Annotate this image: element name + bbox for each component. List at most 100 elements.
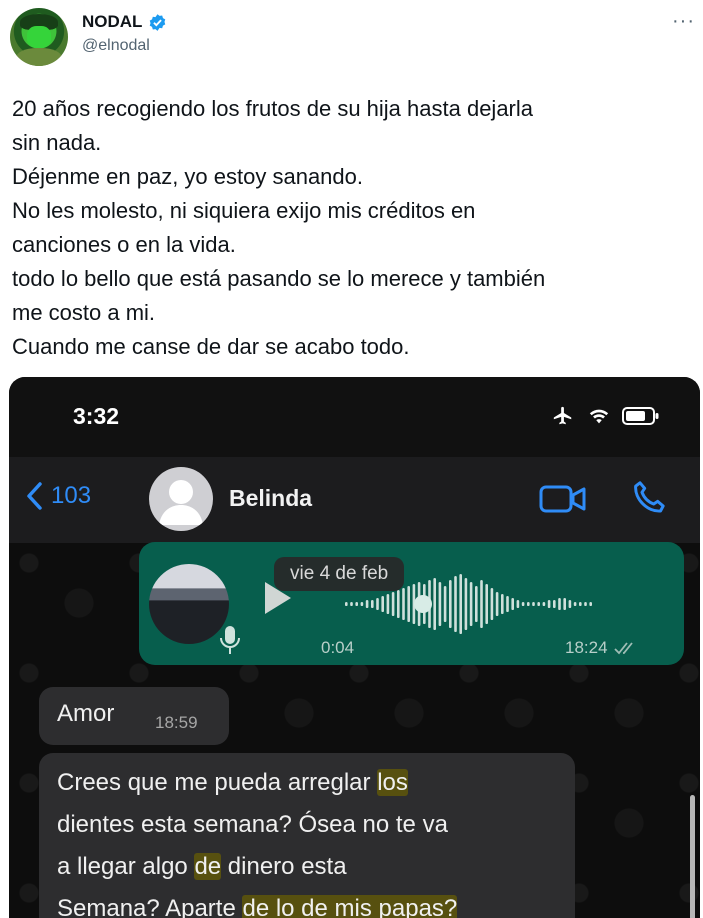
tweet-line: No les molesto, ni siquiera exijo mis cr… [12, 198, 476, 223]
tweet-line: 20 años recogiendo los frutos de su hija… [12, 96, 534, 121]
airplane-icon [553, 406, 572, 425]
waveform-bar [537, 602, 540, 606]
microphone-icon [220, 626, 240, 654]
waveform-bar [589, 602, 592, 606]
waveform-bar [469, 582, 473, 626]
contact-avatar[interactable] [149, 467, 213, 531]
waveform-bar [563, 598, 566, 610]
waveform-bar [475, 586, 478, 622]
message-fragment: Semana? Aparte [57, 895, 243, 918]
waveform-bar [386, 594, 390, 614]
waveform-bar [584, 602, 587, 606]
playback-scrubber[interactable] [414, 595, 432, 613]
waveform-bar [397, 590, 400, 618]
highlighted-fragment: los [377, 769, 408, 796]
date-separator: vie 4 de feb [274, 557, 405, 591]
avatar-face [27, 26, 51, 48]
waveform-bar [558, 598, 561, 610]
message-time: 18:59 [155, 713, 198, 732]
waveform-bar [391, 592, 395, 616]
tweet-text: 20 años recogiendo los frutos de su hija… [12, 92, 697, 364]
voice-note-duration: 0:04 [321, 638, 355, 657]
name-row: NODAL [82, 12, 167, 32]
message-bubble[interactable]: Amor 18:59 [39, 687, 229, 745]
contact-name[interactable]: Belinda [229, 485, 312, 512]
message-fragment: Crees que me pueda arreglar [57, 769, 378, 796]
waveform-bar [547, 600, 551, 608]
message-text: Amor [57, 700, 115, 727]
waveform-bar [376, 598, 379, 610]
waveform-bar [402, 588, 405, 620]
waveform-bar [459, 574, 462, 634]
highlighted-fragment: de lo de mis papas? [242, 895, 458, 918]
status-icons [550, 405, 660, 427]
waveform-bar [360, 602, 364, 606]
voice-note-bubble[interactable]: 0:04 18:24 [139, 542, 684, 665]
waveform-bar [511, 598, 514, 610]
wifi-icon [589, 409, 609, 424]
waveform-bar [443, 586, 447, 622]
message-fragment: a llegar algo [57, 853, 195, 880]
waveform-bar [501, 594, 504, 614]
status-bar: 3:32 [9, 377, 700, 457]
voice-note-timestamp: 18:24 [565, 638, 640, 658]
double-check-icon [613, 642, 633, 655]
verified-badge-icon [150, 13, 166, 31]
waveform-bar [345, 602, 348, 606]
waveform-bar [521, 602, 525, 606]
battery-icon [622, 407, 659, 425]
waveform-bar [568, 600, 572, 608]
waveform-bar [480, 580, 483, 628]
back-button[interactable]: 103 [25, 481, 91, 511]
waveform-bar [516, 600, 520, 608]
waveform-bar [350, 602, 353, 606]
waveform-bar [527, 602, 530, 606]
waveform-bar [371, 600, 374, 608]
message-bubble[interactable]: Crees que me pueda arreglar los dientes … [39, 753, 575, 918]
tweet-line: Déjenme en paz, yo estoy sanando. [12, 164, 364, 189]
waveform-bar [579, 602, 582, 606]
waveform-bar [449, 580, 452, 628]
waveform-bar [438, 582, 442, 626]
tweet-line: todo lo bello que está pasando se lo mer… [12, 266, 546, 291]
waveform-bar [355, 602, 358, 606]
more-horizontal-icon[interactable]: ··· [672, 10, 695, 33]
message-line: Crees que me pueda arreglar los [57, 769, 408, 797]
default-user-icon [159, 480, 203, 525]
waveform-bar [506, 596, 509, 612]
highlighted-fragment: de [194, 853, 222, 880]
voice-note-sender-photo [149, 564, 229, 644]
video-call-icon[interactable] [539, 481, 587, 517]
profile-avatar[interactable] [10, 8, 68, 66]
scrollbar[interactable] [690, 795, 695, 918]
avatar-body [16, 48, 62, 66]
message-line: Semana? Aparte de lo de mis papas? [57, 895, 458, 918]
voice-note-time: 18:24 [565, 638, 608, 657]
tweet-line: me costo a mi. [12, 300, 156, 325]
attached-screenshot[interactable]: 3:32 103 Belinda 0:04 18:24 vie 4 de feb… [9, 377, 700, 918]
waveform-bar [532, 602, 535, 606]
tweet-line: sin nada. [12, 130, 102, 155]
waveform-bar [407, 586, 410, 622]
message-line: dientes esta semana? Ósea no te va [57, 811, 448, 838]
user-handle[interactable]: @elnodal [82, 37, 150, 55]
waveform-bar [490, 588, 494, 620]
waveform-bar [433, 578, 436, 630]
tweet-line: canciones o en la vida. [12, 232, 236, 257]
status-time: 3:32 [73, 403, 120, 429]
waveform-bar [542, 602, 546, 606]
waveform-bar [381, 596, 384, 612]
phone-call-icon[interactable] [629, 477, 669, 517]
chat-header: 103 Belinda [9, 457, 700, 543]
tweet-line: Cuando me canse de dar se acabo todo. [12, 334, 410, 359]
display-name[interactable]: NODAL [82, 12, 142, 32]
message-line: a llegar algo de dinero esta [57, 853, 347, 881]
waveform-bar [485, 584, 488, 624]
waveform-bar [573, 602, 577, 606]
waveform-bar [454, 576, 457, 632]
chevron-left-icon [27, 482, 42, 510]
waveform-bar [495, 592, 499, 616]
unread-count: 103 [51, 482, 92, 509]
message-fragment: dinero esta [221, 853, 347, 880]
waveform-bar [464, 578, 468, 630]
